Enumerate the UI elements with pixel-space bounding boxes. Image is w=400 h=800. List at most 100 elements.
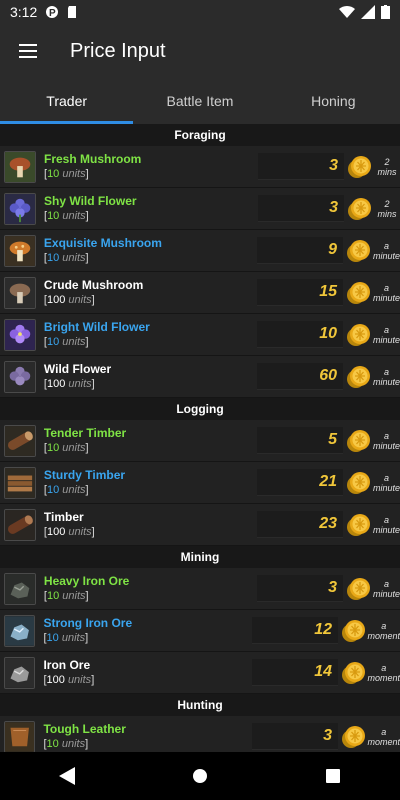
item-row-fresh-mushroom[interactable]: Fresh Mushroom [10 units] 3 2 mins xyxy=(0,146,400,188)
app-notification-icon: P xyxy=(46,6,59,19)
item-thumbnail xyxy=(4,508,36,541)
last-updated: a moment xyxy=(367,726,400,747)
item-units-count: 100 xyxy=(46,378,66,390)
item-name: Tough Leather xyxy=(43,722,126,736)
status-time: 3:12 xyxy=(10,4,38,20)
item-thumbnail xyxy=(4,614,36,647)
section-header-logging: Logging xyxy=(0,398,400,420)
crude-mushroom-icon xyxy=(5,277,35,308)
item-units: [10 units] xyxy=(43,336,89,348)
coin xyxy=(338,660,367,686)
price-input[interactable]: 21 xyxy=(257,469,344,496)
item-row-tender-timber[interactable]: Tender Timber [10 units] 5 a minute xyxy=(0,420,400,462)
gold-coin-icon xyxy=(341,661,365,684)
item-row-iron-ore[interactable]: Iron Ore [100 units] 14 a moment xyxy=(0,652,400,694)
menu-button[interactable] xyxy=(0,24,56,78)
gold-coin-icon xyxy=(347,365,371,388)
signal-icon xyxy=(361,5,375,19)
item-row-bright-wild-flower[interactable]: Bright Wild Flower [10 units] 10 a minute xyxy=(0,314,400,356)
coin xyxy=(343,238,373,264)
recents-icon xyxy=(326,769,341,783)
exquisite-mushroom-icon xyxy=(5,235,35,266)
tab-trader[interactable]: Trader xyxy=(0,78,134,124)
price-field-wrap: 23 xyxy=(243,511,344,538)
item-units-count: 10 xyxy=(46,336,60,348)
item-units-count: 10 xyxy=(46,252,60,264)
last-updated: a minute xyxy=(373,282,400,303)
gold-coin-icon xyxy=(348,155,371,178)
price-input[interactable]: 15 xyxy=(257,279,344,306)
item-row-tough-leather[interactable]: Tough Leather [10 units] 3 a moment xyxy=(0,716,400,752)
tab-battle-item[interactable]: Battle Item xyxy=(133,78,266,124)
item-name: Timber xyxy=(43,510,84,524)
item-row-crude-mushroom[interactable]: Crude Mushroom [100 units] 15 a minute xyxy=(0,272,400,314)
item-info: Tender Timber [10 units] xyxy=(44,426,243,455)
item-row-heavy-iron-ore[interactable]: Heavy Iron Ore [10 units] 3 a minute xyxy=(0,568,400,610)
item-name: Sturdy Timber xyxy=(43,468,126,482)
home-button[interactable] xyxy=(176,752,224,800)
item-thumbnail xyxy=(4,360,36,393)
price-field-wrap: 10 xyxy=(243,321,344,348)
item-row-strong-iron-ore[interactable]: Strong Iron Ore [10 units] 12 a moment xyxy=(0,610,400,652)
item-units-count: 10 xyxy=(46,590,60,602)
timber-icon xyxy=(5,509,35,540)
item-thumbnail xyxy=(4,656,36,689)
gold-coin-icon xyxy=(347,577,371,600)
wifi-icon xyxy=(339,5,355,19)
sturdy-timber-icon xyxy=(5,467,35,498)
item-info: Bright Wild Flower [10 units] xyxy=(44,320,243,349)
battery-icon xyxy=(381,5,390,19)
coin xyxy=(338,724,367,750)
recents-button[interactable] xyxy=(309,752,357,800)
item-units: [10 units] xyxy=(43,632,89,644)
tender-timber-icon xyxy=(5,425,35,456)
price-input[interactable]: 12 xyxy=(252,617,339,644)
item-info: Iron Ore [100 units] xyxy=(43,658,239,687)
home-icon xyxy=(192,769,207,783)
item-units-count: 100 xyxy=(46,526,66,538)
price-input[interactable]: 14 xyxy=(252,659,339,686)
price-field-wrap: 5 xyxy=(243,427,344,454)
price-input[interactable]: 3 xyxy=(252,723,339,750)
last-updated: a minute xyxy=(373,514,400,535)
price-field-wrap: 9 xyxy=(243,237,344,264)
price-input[interactable]: 5 xyxy=(257,427,344,454)
price-input[interactable]: 3 xyxy=(258,195,344,222)
price-input[interactable]: 10 xyxy=(257,321,344,348)
item-info: Tough Leather [10 units] xyxy=(43,722,239,751)
last-updated: a minute xyxy=(373,578,400,599)
gold-coin-icon xyxy=(347,281,371,304)
item-row-timber[interactable]: Timber [100 units] 23 a minute xyxy=(0,504,400,546)
item-info: Timber [100 units] xyxy=(44,510,243,539)
item-row-sturdy-timber[interactable]: Sturdy Timber [10 units] 21 a minute xyxy=(0,462,400,504)
hamburger-menu-icon xyxy=(19,44,37,58)
gold-coin-icon xyxy=(347,323,371,346)
item-row-shy-wild-flower[interactable]: Shy Wild Flower [10 units] 3 2 mins xyxy=(0,188,400,230)
item-units-word: units xyxy=(62,484,86,496)
gold-coin-icon xyxy=(341,725,365,748)
gold-coin-icon xyxy=(347,429,371,452)
price-input[interactable]: 60 xyxy=(257,363,344,390)
item-units: [10 units] xyxy=(43,442,89,454)
page-title: Price Input xyxy=(70,39,166,62)
item-name: Tender Timber xyxy=(43,426,127,440)
price-input[interactable]: 3 xyxy=(258,153,344,180)
item-units-word: units xyxy=(68,526,92,538)
item-row-exquisite-mushroom[interactable]: Exquisite Mushroom [10 units] 9 a minute xyxy=(0,230,400,272)
heavy-iron-ore-icon xyxy=(5,573,35,604)
item-row-wild-flower[interactable]: Wild Flower [100 units] 60 a minute xyxy=(0,356,400,398)
fresh-mushroom-icon xyxy=(5,151,35,182)
price-field-wrap: 15 xyxy=(243,279,344,306)
back-button[interactable] xyxy=(43,752,91,800)
price-list[interactable]: Foraging Fresh Mushroom [10 units] 3 2 mins… xyxy=(0,124,400,752)
svg-text:P: P xyxy=(49,8,56,19)
last-updated: a minute xyxy=(373,240,400,261)
item-info: Strong Iron Ore [10 units] xyxy=(43,616,239,645)
tab-honing[interactable]: Honing xyxy=(267,78,400,124)
coin xyxy=(343,364,373,390)
price-input[interactable]: 3 xyxy=(257,575,344,602)
item-thumbnail xyxy=(4,466,36,499)
coin xyxy=(343,470,373,496)
price-input[interactable]: 9 xyxy=(257,237,344,264)
price-input[interactable]: 23 xyxy=(257,511,344,538)
